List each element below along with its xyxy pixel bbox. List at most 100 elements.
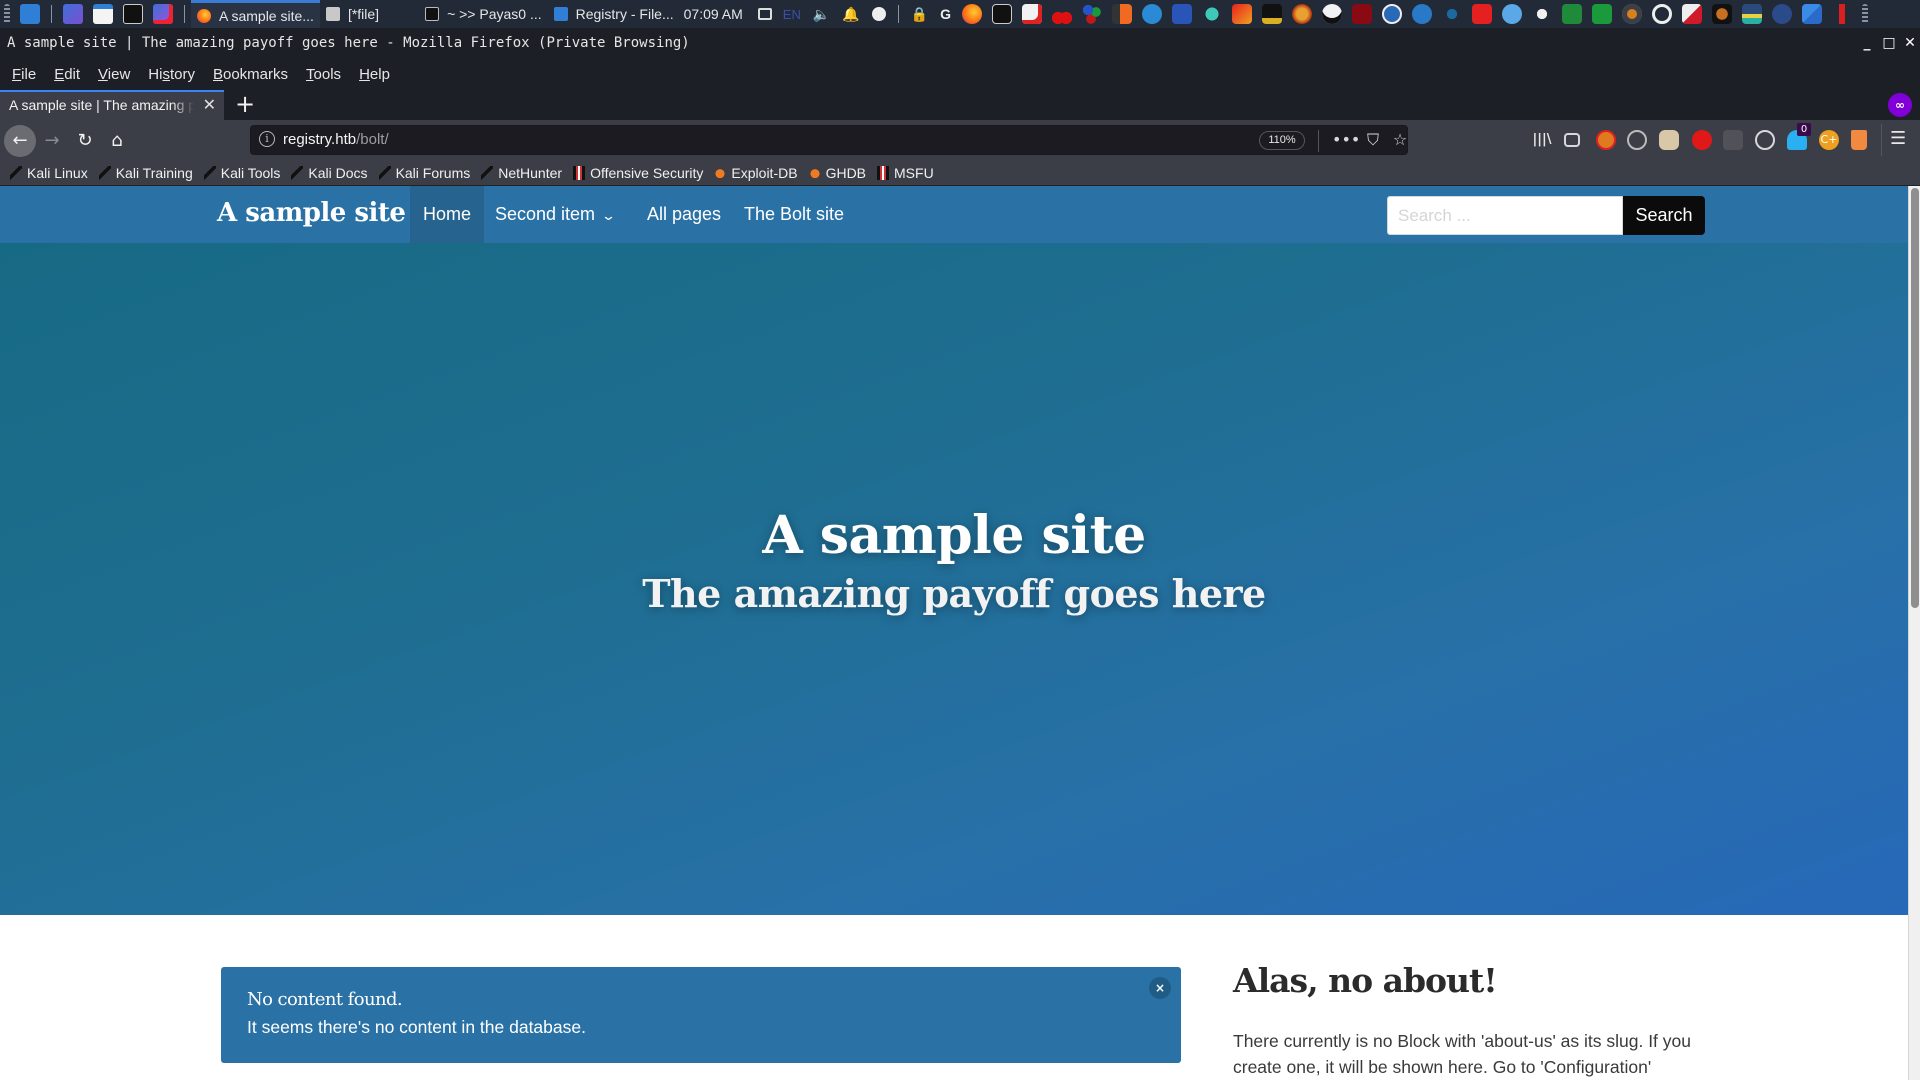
aircrack-icon[interactable]	[1772, 4, 1793, 24]
app-menu-icon[interactable]: ☰	[1890, 129, 1906, 149]
bookmark-kali-tools[interactable]: Kali Tools	[203, 165, 280, 181]
zaproxy-icon[interactable]	[1202, 4, 1223, 24]
apk-tool-icon[interactable]	[1562, 4, 1583, 24]
menu-edit[interactable]: Edit	[45, 66, 89, 83]
wappalyzer-icon[interactable]	[1627, 130, 1647, 150]
bookmark-offensive-security[interactable]: Offensive Security	[573, 165, 703, 181]
faraday-icon[interactable]	[1232, 4, 1253, 24]
display-icon[interactable]	[757, 8, 772, 20]
firefox-launcher-icon[interactable]	[962, 4, 983, 24]
kali-undercover-icon[interactable]	[1682, 4, 1703, 24]
taskbar-task-firefox[interactable]: A sample site...	[191, 0, 320, 28]
library-icon[interactable]: |||\	[1532, 130, 1552, 150]
terminal-launcher-icon[interactable]	[992, 4, 1013, 24]
lock-icon[interactable]: 🔒	[911, 6, 928, 23]
taskbar-task-file-manager[interactable]: Registry - File...	[548, 0, 680, 28]
armitage-icon[interactable]	[1292, 4, 1313, 24]
nav-item-home[interactable]: Home	[410, 186, 485, 243]
maltego-icon[interactable]	[1082, 4, 1103, 24]
bookmark-star-icon[interactable]: ☆	[1388, 128, 1412, 152]
bookmark-ghdb[interactable]: GHDB	[808, 165, 866, 181]
power-icon[interactable]	[871, 7, 886, 21]
url-text[interactable]: registry.htb/bolt/	[283, 126, 389, 154]
url-bar[interactable]: i registry.htb/bolt/ 110% ••• ⛉ ☆	[250, 125, 1408, 155]
pocket-icon[interactable]: ⛉	[1361, 128, 1385, 152]
bookmark-kali-docs[interactable]: Kali Docs	[291, 165, 368, 181]
bookmark-kali-linux[interactable]: Kali Linux	[10, 165, 88, 181]
spreadsheet-icon[interactable]	[1742, 4, 1763, 24]
doberman-icon[interactable]	[1712, 4, 1733, 24]
wireshark-icon[interactable]	[1142, 4, 1163, 24]
page-scrollbar[interactable]	[1908, 186, 1920, 1080]
menu-tools[interactable]: Tools	[297, 66, 350, 83]
sidebar-icon[interactable]	[1564, 133, 1580, 147]
workspace-icon[interactable]	[63, 4, 83, 24]
forward-button[interactable]: →	[37, 126, 67, 156]
site-brand-link[interactable]: A sample site	[217, 186, 406, 241]
incognito-spy-icon[interactable]	[1322, 4, 1343, 24]
file-manager-icon[interactable]	[93, 4, 113, 24]
flashfxp-icon[interactable]	[1472, 4, 1493, 24]
tab-active[interactable]: A sample site | The amazing payoff goes …	[0, 90, 224, 120]
metasploit-icon[interactable]	[1172, 4, 1193, 24]
search-button[interactable]: Search	[1623, 196, 1705, 235]
clock[interactable]: 07:09 AM	[684, 6, 743, 22]
ublock-icon[interactable]	[1692, 130, 1712, 150]
reload-button[interactable]: ↻	[70, 126, 100, 156]
scorpion-icon[interactable]	[1532, 4, 1553, 24]
cherrytree-icon[interactable]	[1052, 4, 1073, 24]
notifications-icon[interactable]: 🔔	[842, 6, 859, 23]
sqlmap-icon[interactable]	[1442, 4, 1463, 24]
bookmark-kali-forums[interactable]: Kali Forums	[378, 165, 470, 181]
bookmark-msfu[interactable]: MSFU	[877, 165, 934, 181]
burpsuite-icon[interactable]	[1112, 4, 1133, 24]
maximize-button[interactable]: □	[1878, 28, 1900, 58]
app-grid-icon[interactable]	[4, 4, 10, 24]
text-file-launcher-icon[interactable]	[1022, 4, 1043, 24]
vim-icon[interactable]	[1592, 4, 1613, 24]
volume-icon[interactable]: 🔈	[813, 6, 830, 23]
bookmark-nethunter[interactable]: NetHunter	[481, 165, 562, 181]
menu-file[interactable]: File	[3, 66, 45, 83]
alert-close-button[interactable]: ×	[1149, 977, 1171, 999]
home-button[interactable]: ⌂	[102, 126, 132, 156]
menu-view[interactable]: View	[89, 66, 139, 83]
taskbar-task-terminal[interactable]: ~ >> Payas0 ...	[419, 0, 548, 28]
search-input[interactable]	[1387, 196, 1623, 235]
nav-item-all-pages[interactable]: All pages	[634, 186, 734, 243]
close-window-button[interactable]: ✕	[1899, 28, 1920, 58]
foxyproxy-icon[interactable]	[1659, 130, 1679, 150]
menu-help[interactable]: Help	[350, 66, 399, 83]
new-tab-button[interactable]: +	[230, 90, 260, 120]
spider-icon[interactable]	[1622, 4, 1643, 24]
screen-recorder-icon[interactable]	[153, 4, 173, 24]
site-info-icon[interactable]: i	[259, 131, 275, 147]
refresh-icon[interactable]: G	[940, 6, 951, 22]
minimize-button[interactable]: _	[1856, 28, 1878, 58]
terminal-launcher-icon[interactable]	[123, 4, 143, 24]
taskbar-overflow-handle[interactable]	[1862, 4, 1869, 24]
cookie-editor-icon[interactable]: C+	[1819, 130, 1839, 150]
john-the-ripper-icon[interactable]	[1262, 4, 1283, 24]
keyboard-layout-indicator[interactable]: EN	[783, 7, 801, 22]
bookmark-kali-training[interactable]: Kali Training	[98, 165, 193, 181]
back-button[interactable]: ←	[4, 125, 36, 157]
nav-item-bolt-site[interactable]: The Bolt site	[731, 186, 857, 243]
wpscan-icon[interactable]	[1382, 4, 1403, 24]
nav-item-second-item[interactable]: Second item ⌄	[482, 186, 627, 243]
account-icon[interactable]	[1755, 130, 1775, 150]
tab-close-icon[interactable]: ✕	[203, 92, 216, 119]
alien-icon[interactable]	[1502, 4, 1523, 24]
menu-bookmarks[interactable]: Bookmarks	[204, 66, 297, 83]
bookmark-exploit-db[interactable]: Exploit-DB	[714, 165, 798, 181]
zoom-level-badge[interactable]: 110%	[1259, 131, 1305, 150]
remmina-icon[interactable]	[1802, 4, 1823, 24]
taskbar-task-editor[interactable]: [*file]	[320, 0, 385, 28]
page-actions-menu-icon[interactable]: •••	[1332, 128, 1360, 152]
search-bug-icon[interactable]	[1652, 4, 1673, 24]
trash-icon[interactable]	[1851, 130, 1867, 150]
zap-lightning-icon[interactable]	[1412, 4, 1433, 24]
edb-icon[interactable]	[1352, 4, 1373, 24]
scrollbar-thumb[interactable]	[1911, 188, 1919, 608]
selenium-ide-icon[interactable]	[1723, 130, 1743, 150]
